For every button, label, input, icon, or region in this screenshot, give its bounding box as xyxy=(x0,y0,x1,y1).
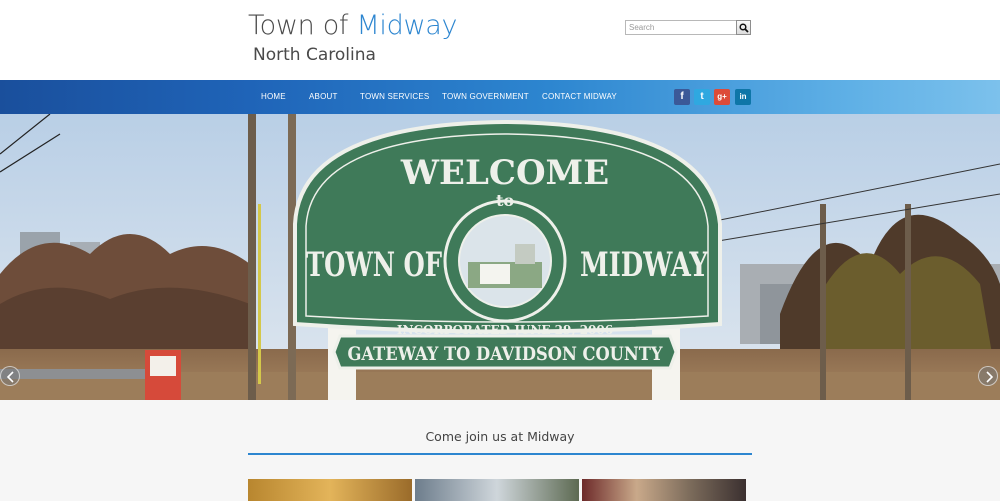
intro-divider xyxy=(248,453,752,455)
google-plus-icon[interactable]: g+ xyxy=(714,89,730,105)
chevron-right-icon xyxy=(986,371,994,383)
site-header: Town of Midway North Carolina xyxy=(0,0,1000,80)
feature-thumbnail-1[interactable] xyxy=(248,479,412,501)
hero-image: WELCOME to TOWN OF MIDWAY INCORPORATED J… xyxy=(0,114,1000,400)
site-subtitle: North Carolina xyxy=(253,45,376,65)
nav-item-home[interactable]: HOME xyxy=(261,80,286,114)
hero-slider: WELCOME to TOWN OF MIDWAY INCORPORATED J… xyxy=(0,114,1000,400)
sign-incorporated-text: INCORPORATED JUNE 29, 2006 xyxy=(397,323,613,337)
nav-item-town-services[interactable]: TOWN SERVICES xyxy=(360,80,429,114)
sign-midway-text: MIDWAY xyxy=(580,245,709,285)
search-button[interactable] xyxy=(736,20,751,35)
nav-item-town-government[interactable]: TOWN GOVERNMENT xyxy=(442,80,529,114)
site-title[interactable]: Town of Midway xyxy=(248,10,457,41)
feature-thumbnail-3[interactable] xyxy=(582,479,746,501)
sign-banner-text: GATEWAY TO DAVIDSON COUNTY xyxy=(348,343,663,365)
nav-item-about[interactable]: ABOUT xyxy=(309,80,338,114)
sign-to-text: to xyxy=(496,191,514,210)
intro-title: Come join us at Midway xyxy=(425,429,575,444)
search-icon xyxy=(738,22,749,33)
sign-welcome-text: WELCOME xyxy=(400,153,609,193)
slider-prev-button[interactable] xyxy=(0,366,20,386)
slider-next-button[interactable] xyxy=(978,366,998,386)
facebook-icon[interactable]: f xyxy=(674,89,690,105)
chevron-left-icon xyxy=(6,371,14,383)
feature-thumbnail-2[interactable] xyxy=(415,479,579,501)
site-title-part2[interactable]: Midway xyxy=(356,10,457,41)
sign-town-of-text: TOWN OF xyxy=(306,245,442,285)
site-title-part1[interactable]: Town of xyxy=(248,10,348,41)
twitter-icon[interactable]: t xyxy=(694,89,710,105)
search-input[interactable] xyxy=(625,20,737,35)
nav-item-contact-midway[interactable]: CONTACT MIDWAY xyxy=(542,80,617,114)
main-navbar: HOME ABOUT TOWN SERVICES TOWN GOVERNMENT… xyxy=(0,80,1000,114)
linkedin-icon[interactable]: in xyxy=(735,89,751,105)
intro-section: Come join us at Midway xyxy=(0,400,1000,501)
